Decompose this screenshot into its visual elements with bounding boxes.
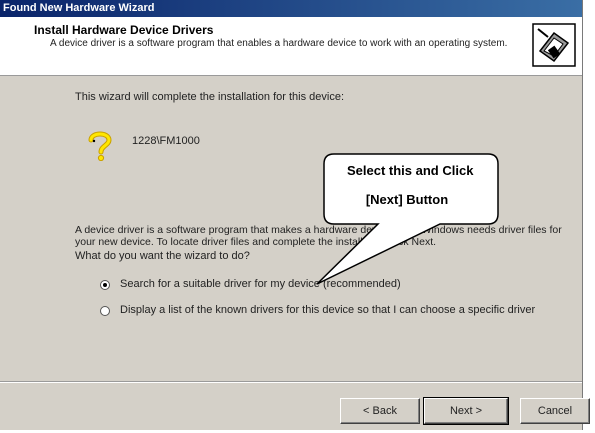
footer-separator	[0, 381, 582, 383]
intro-text: This wizard will complete the installati…	[75, 91, 345, 103]
callout-bubble	[316, 153, 499, 285]
header-description: A device driver is a software program th…	[50, 38, 508, 49]
cancel-button[interactable]: Cancel	[520, 398, 590, 424]
header-title: Install Hardware Device Drivers	[34, 23, 214, 37]
unknown-device-question-icon	[88, 131, 112, 161]
wizard-question: What do you want the wizard to do?	[75, 250, 250, 262]
search-driver-radio[interactable]	[100, 280, 110, 290]
wizard-header: Install Hardware Device Drivers A device…	[0, 17, 582, 76]
window-title: Found New Hardware Wizard	[3, 2, 155, 14]
next-button[interactable]: Next >	[423, 397, 509, 425]
title-bar[interactable]: Found New Hardware Wizard	[0, 0, 582, 17]
back-button[interactable]: < Back	[340, 398, 420, 424]
display-list-radio[interactable]	[100, 306, 110, 316]
callout-text-line-2: [Next] Button	[365, 192, 449, 207]
device-name: 1228\FM1000	[132, 135, 200, 147]
hardware-device-icon	[532, 23, 576, 67]
callout-text-line-1: Select this and Click	[347, 163, 474, 178]
